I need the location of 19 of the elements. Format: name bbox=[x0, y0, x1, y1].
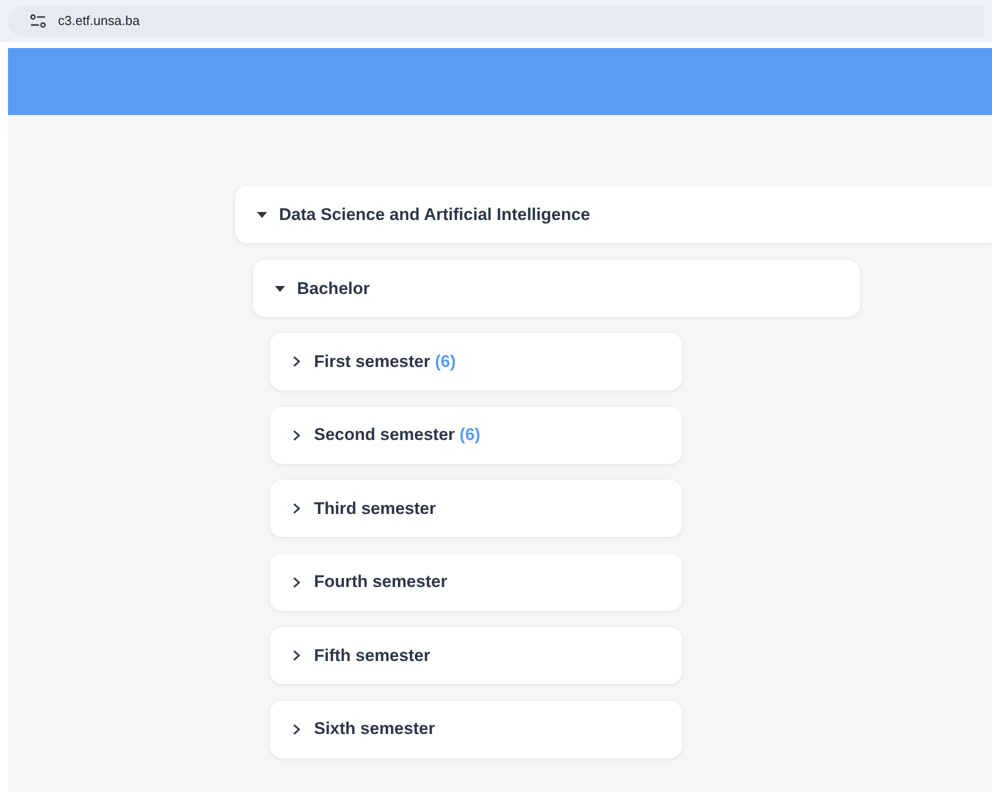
semester-item[interactable]: Fifth semester bbox=[270, 627, 682, 684]
semester-title: Third semester bbox=[314, 498, 436, 520]
semester-item[interactable]: Second semester (6) bbox=[270, 406, 682, 464]
url-field[interactable]: c3.etf.unsa.ba bbox=[8, 5, 984, 37]
semester-item[interactable]: Fourth semester bbox=[270, 554, 682, 610]
semester-title: Sixth semester bbox=[314, 718, 435, 740]
semester-item[interactable]: Third semester bbox=[270, 480, 682, 537]
accordion-header[interactable]: Data Science and Artificial Intelligence bbox=[235, 186, 992, 243]
semester-item[interactable]: Sixth semester bbox=[270, 700, 682, 758]
url-text: c3.etf.unsa.ba bbox=[58, 12, 140, 30]
semester-title: Second semester (6) bbox=[314, 424, 480, 446]
site-settings-icon[interactable] bbox=[30, 14, 46, 28]
program-title: Data Science and Artificial Intelligence bbox=[279, 204, 590, 226]
degree-title: Bachelor bbox=[297, 278, 370, 300]
semester-title: Fourth semester bbox=[314, 571, 448, 594]
semester-item[interactable]: First semester (6) bbox=[270, 333, 682, 390]
semester-title: Fifth semester bbox=[314, 644, 430, 667]
accordion-header[interactable]: Bachelor bbox=[253, 260, 860, 317]
semester-title: First semester (6) bbox=[314, 350, 456, 373]
